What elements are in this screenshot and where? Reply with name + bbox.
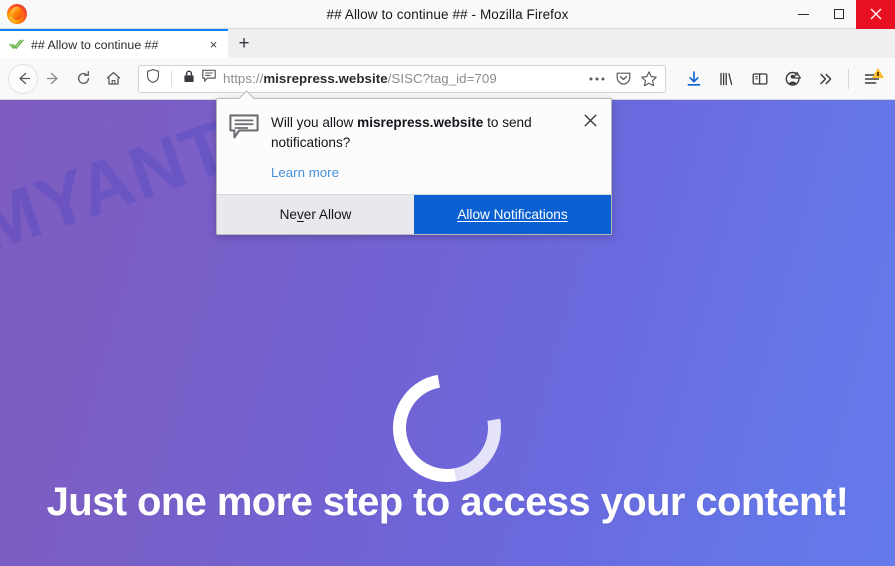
update-warning-badge: [872, 67, 884, 78]
tab-strip: ## Allow to continue ## × +: [0, 29, 895, 58]
url-actions: [585, 67, 661, 91]
maximize-button[interactable]: [821, 0, 856, 29]
never-allow-button[interactable]: Ne v er Allow: [217, 194, 414, 234]
learn-more-link[interactable]: Learn more: [271, 165, 339, 180]
account-button[interactable]: [777, 64, 808, 94]
navigation-toolbar: https://misrepress.website/SISC?tag_id=7…: [0, 58, 895, 100]
forward-button[interactable]: [38, 64, 68, 94]
downloads-button[interactable]: [678, 64, 709, 94]
arrow-right-icon: [46, 72, 58, 85]
arrow-left-icon: [18, 72, 30, 85]
tab-label: ## Allow to continue ##: [31, 37, 159, 52]
popup-close-icon[interactable]: [581, 111, 599, 129]
popup-actions: Ne v er Allow Allow Notifications: [217, 193, 611, 234]
url-text[interactable]: https://misrepress.website/SISC?tag_id=7…: [217, 71, 585, 86]
window-controls: [786, 0, 895, 29]
firefox-logo-icon: [7, 4, 27, 24]
account-alert-icon: [785, 71, 801, 86]
toolbar-actions: [678, 64, 887, 94]
close-button[interactable]: [856, 0, 895, 29]
home-button[interactable]: [98, 64, 128, 94]
sidebar-button[interactable]: [744, 64, 775, 94]
ellipsis-icon[interactable]: [585, 67, 609, 91]
tracking-protection-shield-icon[interactable]: [145, 68, 161, 89]
page-headline: Just one more step to access your conten…: [46, 480, 849, 524]
overflow-button[interactable]: [810, 64, 841, 94]
green-check-icon: [9, 37, 24, 52]
notification-bubble-icon: [229, 114, 259, 182]
star-icon[interactable]: [637, 67, 661, 91]
popup-text-block: Will you allow misrepress.website to sen…: [271, 113, 597, 182]
window-title: ## Allow to continue ## - Mozilla Firefo…: [326, 6, 569, 22]
chevron-double-right-icon: [819, 73, 831, 84]
notification-bubble-icon[interactable]: [201, 68, 217, 89]
title-bar: ## Allow to continue ## - Mozilla Firefo…: [0, 0, 895, 29]
sidebar-panel-icon: [752, 72, 767, 85]
close-icon: [870, 8, 881, 20]
download-arrow-icon: [687, 70, 700, 86]
toolbar-divider: [848, 68, 849, 89]
reload-icon: [77, 70, 89, 84]
app-menu-button[interactable]: [856, 64, 887, 94]
minimize-button[interactable]: [786, 0, 821, 29]
tab-allow-to-continue[interactable]: ## Allow to continue ## ×: [0, 29, 228, 58]
pocket-icon[interactable]: [611, 67, 635, 91]
new-tab-button[interactable]: +: [228, 29, 260, 58]
library-books-icon: [719, 72, 732, 85]
reload-button[interactable]: [68, 64, 98, 94]
library-button[interactable]: [711, 64, 742, 94]
allow-notifications-button[interactable]: Allow Notifications: [414, 194, 611, 234]
home-icon: [106, 71, 120, 85]
popup-body: Will you allow misrepress.website to sen…: [217, 99, 611, 194]
popup-arrow: [238, 90, 254, 99]
address-bar[interactable]: https://misrepress.website/SISC?tag_id=7…: [138, 64, 666, 93]
browser-window: ## Allow to continue ## - Mozilla Firefo…: [0, 0, 895, 566]
permission-question: Will you allow misrepress.website to sen…: [271, 115, 532, 150]
tab-close-icon[interactable]: ×: [205, 36, 222, 53]
notification-permission-popup: Will you allow misrepress.website to sen…: [216, 98, 612, 235]
back-button[interactable]: [8, 63, 38, 94]
padlock-icon[interactable]: [182, 69, 196, 89]
identity-box[interactable]: [145, 68, 217, 89]
